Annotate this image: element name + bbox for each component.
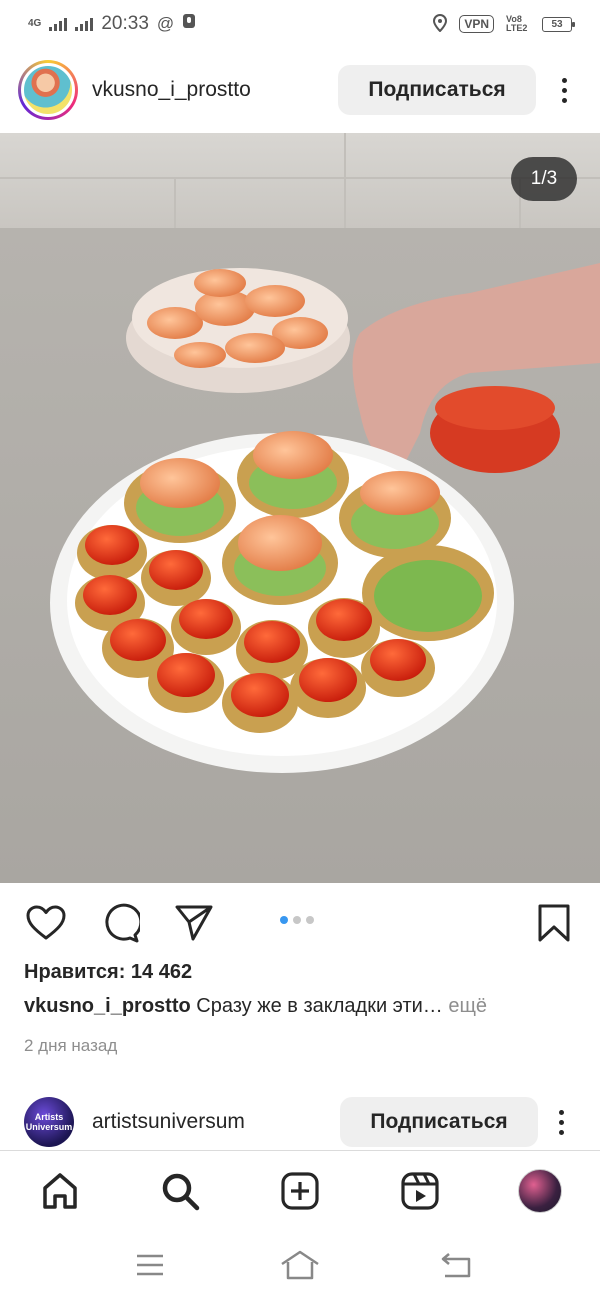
bottom-nav: [0, 1150, 600, 1230]
carousel-dot-3: [306, 916, 314, 924]
location-icon: [433, 13, 448, 35]
carousel-dot-2: [293, 916, 301, 924]
volte-label: Vo8 LTE2: [506, 14, 528, 33]
search-icon[interactable]: [156, 1167, 204, 1215]
comment-icon[interactable]: [98, 901, 142, 945]
carousel-indicator: [280, 916, 314, 924]
add-icon[interactable]: [276, 1167, 324, 1215]
battery-level: 53: [551, 18, 563, 30]
post-timestamp: 2 дня назад: [24, 1036, 118, 1055]
caption-more-link[interactable]: ещё: [448, 995, 487, 1017]
image-counter: 1/3: [511, 157, 577, 201]
likes-count[interactable]: Нравится: 14 462: [24, 961, 192, 984]
notification-icon: [182, 13, 196, 35]
status-left: 4G 20:33 @: [28, 13, 196, 35]
action-bar: [0, 893, 600, 949]
clock: 20:33: [101, 13, 149, 34]
post-image[interactable]: 1/3: [0, 133, 600, 883]
more-options-icon[interactable]: [546, 65, 582, 115]
signal-icon: [49, 17, 68, 31]
caption-username[interactable]: vkusno_i_prostto: [24, 995, 191, 1017]
menu-icon[interactable]: [130, 1248, 170, 1282]
food-photo: [0, 133, 600, 883]
at-icon: @: [156, 14, 175, 33]
vpn-badge: VPN: [459, 15, 494, 33]
follow-button-next[interactable]: Подписаться: [340, 1097, 538, 1147]
back-icon[interactable]: [436, 1248, 476, 1282]
post-username[interactable]: vkusno_i_prostto: [92, 78, 251, 102]
battery-icon: 53: [542, 16, 575, 32]
bookmark-icon[interactable]: [532, 901, 576, 945]
system-home-icon[interactable]: [280, 1248, 320, 1282]
system-nav-bar: [0, 1232, 600, 1299]
next-post-username[interactable]: artistsuniversum: [92, 1110, 245, 1134]
caption-text: Сразу же в закладки эти…: [196, 995, 443, 1017]
heart-icon[interactable]: [24, 901, 68, 945]
network-type: 4G: [28, 18, 42, 29]
home-icon[interactable]: [36, 1167, 84, 1215]
next-post-header: Artists Universum artistsuniversum Подпи…: [0, 1096, 600, 1148]
follow-button[interactable]: Подписаться: [338, 65, 536, 115]
carousel-dot-1: [280, 916, 288, 924]
profile-avatar[interactable]: [516, 1167, 564, 1215]
reels-icon[interactable]: [396, 1167, 444, 1215]
avatar[interactable]: [18, 60, 78, 120]
avatar-text: Artists Universum: [25, 1112, 73, 1132]
caption[interactable]: vkusno_i_prostto Сразу же в закладки эти…: [24, 995, 584, 1018]
more-options-icon-next[interactable]: [546, 1097, 576, 1147]
status-right: VPN Vo8 LTE2 53: [433, 13, 575, 35]
send-icon[interactable]: [172, 901, 216, 945]
post-header: vkusno_i_prostto Подписаться: [0, 58, 600, 122]
status-bar: 4G 20:33 @ VPN Vo8 LTE2 53: [0, 0, 600, 48]
avatar-artistsuniversum[interactable]: Artists Universum: [24, 1097, 74, 1147]
signal-icon-2: [75, 17, 94, 31]
